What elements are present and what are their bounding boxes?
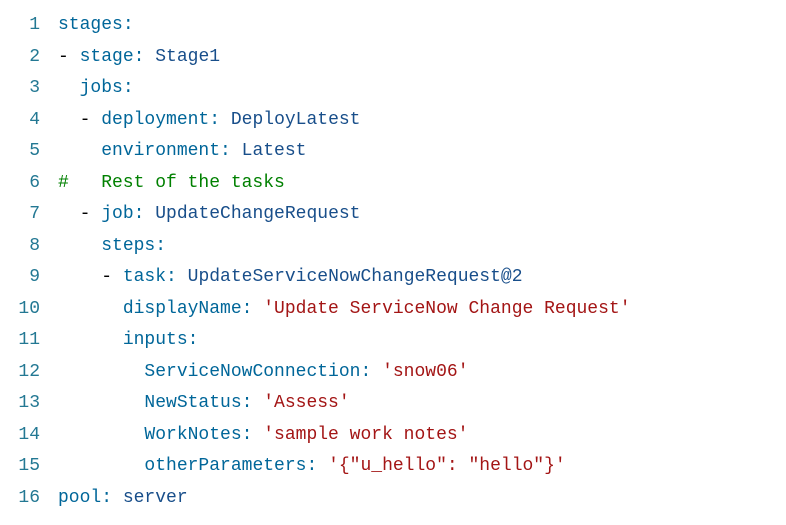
token-key: :: [155, 236, 166, 256]
code-line: - stage: Stage1: [58, 42, 776, 74]
line-number: 14: [10, 420, 40, 452]
code-line: stages:: [58, 10, 776, 42]
token-key: displayName: [123, 299, 242, 319]
token-comment: # Rest of the tasks: [58, 173, 285, 193]
token-key: :: [101, 488, 123, 508]
token-key: jobs: [80, 78, 123, 98]
token-string: 'Update ServiceNow Change Request': [263, 299, 630, 319]
token-key: :: [134, 47, 156, 67]
code-line: - task: UpdateServiceNowChangeRequest@2: [58, 262, 776, 294]
line-number: 13: [10, 388, 40, 420]
token-guide: [58, 425, 144, 445]
gutter: 12345678910111213141516: [10, 10, 58, 514]
token-string: 'snow06': [382, 362, 468, 382]
code-line: pool: server: [58, 483, 776, 515]
token-guide: [58, 78, 80, 98]
token-key: WorkNotes: [144, 425, 241, 445]
code-line: ServiceNowConnection: 'snow06': [58, 357, 776, 389]
code-line: jobs:: [58, 73, 776, 105]
token-key: deployment: [101, 110, 209, 130]
code-line: NewStatus: 'Assess': [58, 388, 776, 420]
token-string: 'sample work notes': [263, 425, 468, 445]
token-key: :: [134, 204, 156, 224]
token-dash: -: [80, 204, 102, 224]
token-key: job: [101, 204, 133, 224]
token-value: server: [123, 488, 188, 508]
token-key: :: [188, 330, 199, 350]
line-number: 4: [10, 105, 40, 137]
token-value: UpdateServiceNowChangeRequest@2: [188, 267, 523, 287]
token-key: task: [123, 267, 166, 287]
code-line: - job: UpdateChangeRequest: [58, 199, 776, 231]
token-dash: -: [58, 47, 80, 67]
token-key: :: [242, 393, 264, 413]
token-guide: [58, 299, 123, 319]
token-key: :: [123, 78, 134, 98]
token-key: steps: [101, 236, 155, 256]
line-number: 1: [10, 10, 40, 42]
code-line: WorkNotes: 'sample work notes': [58, 420, 776, 452]
token-key: stages: [58, 15, 123, 35]
token-guide: [58, 267, 101, 287]
line-number: 10: [10, 294, 40, 326]
line-number: 11: [10, 325, 40, 357]
token-key: pool: [58, 488, 101, 508]
token-key: :: [220, 141, 242, 161]
line-number: 12: [10, 357, 40, 389]
line-number: 2: [10, 42, 40, 74]
line-number: 16: [10, 483, 40, 515]
token-dash: -: [80, 110, 102, 130]
code-line: otherParameters: '{"u_hello": "hello"}': [58, 451, 776, 483]
token-key: :: [306, 456, 328, 476]
token-guide: [58, 236, 101, 256]
token-guide: [58, 456, 144, 476]
token-string: 'Assess': [263, 393, 349, 413]
token-key: :: [123, 15, 134, 35]
code-editor: 12345678910111213141516 stages:- stage: …: [10, 10, 776, 514]
line-number: 6: [10, 168, 40, 200]
token-key: ServiceNowConnection: [144, 362, 360, 382]
token-key: :: [166, 267, 188, 287]
code-line: steps:: [58, 231, 776, 263]
token-key: NewStatus: [144, 393, 241, 413]
code-line: displayName: 'Update ServiceNow Change R…: [58, 294, 776, 326]
line-number: 7: [10, 199, 40, 231]
token-key: :: [360, 362, 382, 382]
code-content: stages:- stage: Stage1 jobs: - deploymen…: [58, 10, 776, 514]
code-line: - deployment: DeployLatest: [58, 105, 776, 137]
token-guide: [58, 330, 123, 350]
token-value: UpdateChangeRequest: [155, 204, 360, 224]
token-key: otherParameters: [144, 456, 306, 476]
token-key: :: [209, 110, 231, 130]
line-number: 15: [10, 451, 40, 483]
code-line: inputs:: [58, 325, 776, 357]
token-guide: [58, 110, 80, 130]
line-number: 9: [10, 262, 40, 294]
token-key: inputs: [123, 330, 188, 350]
token-guide: [58, 393, 144, 413]
token-value: Stage1: [155, 47, 220, 67]
token-key: stage: [80, 47, 134, 67]
code-line: environment: Latest: [58, 136, 776, 168]
line-number: 8: [10, 231, 40, 263]
token-dash: -: [101, 267, 123, 287]
line-number: 5: [10, 136, 40, 168]
token-guide: [58, 141, 101, 161]
token-string: '{"u_hello": "hello"}': [328, 456, 566, 476]
token-key: :: [242, 425, 264, 445]
token-key: :: [242, 299, 264, 319]
token-guide: [58, 204, 80, 224]
token-value: DeployLatest: [231, 110, 361, 130]
token-value: Latest: [242, 141, 307, 161]
token-key: environment: [101, 141, 220, 161]
token-guide: [58, 362, 144, 382]
line-number: 3: [10, 73, 40, 105]
code-line: # Rest of the tasks: [58, 168, 776, 200]
